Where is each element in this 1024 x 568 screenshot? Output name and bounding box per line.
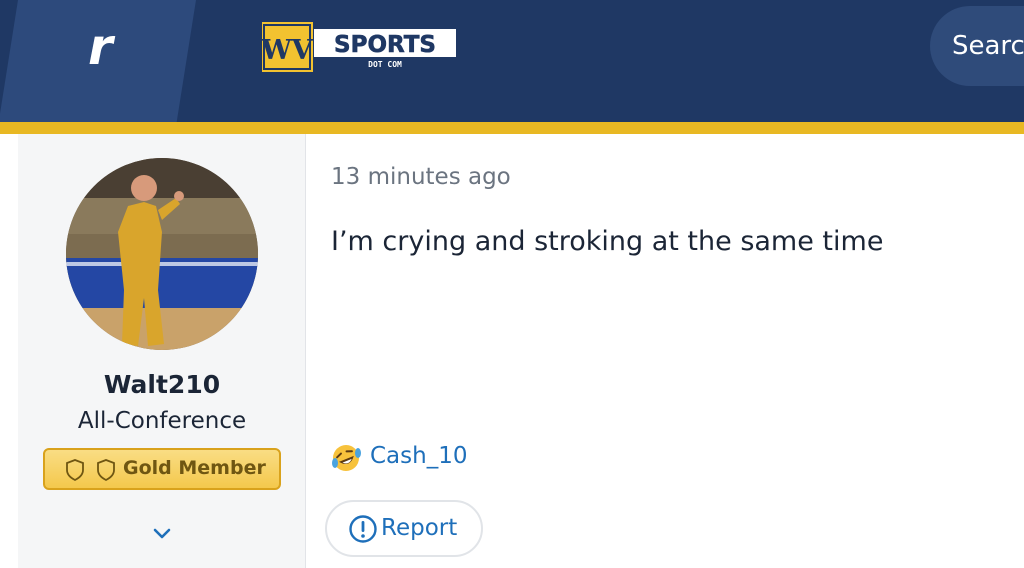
wvsports-logo-letters: WV [262,35,314,66]
post-timestamp[interactable]: 13 minutes ago [331,164,511,190]
reaction-user[interactable]: Cash_10 [370,443,467,469]
header-accent-stripe [0,122,1024,134]
site-header: r WV SPORTS DOT COM Search [0,0,1024,122]
badge-label: Gold Member [123,457,266,479]
author-username[interactable]: Walt210 [18,370,306,399]
shield-icon [66,459,84,481]
author-rank: All-Conference [77,408,247,434]
wvsports-logo-name: SPORTS [334,32,436,58]
rivals-logo-icon[interactable]: r [88,22,136,72]
chevron-down-icon[interactable] [152,526,172,540]
author-sidebar: Walt210 All-Conference Gold Member [18,134,306,568]
exclamation-circle-icon [349,515,377,543]
report-button[interactable]: Report [325,500,483,557]
report-label: Report [381,515,458,541]
avatar[interactable] [66,158,258,350]
search-label: Search [952,31,1024,61]
wvsports-logo-sub: DOT COM [368,60,402,69]
shield-icon [97,459,115,481]
search-button[interactable]: Search [930,6,1024,86]
wvsports-logo[interactable]: WV SPORTS DOT COM [262,21,458,75]
post-body: I’m crying and stroking at the same time [331,226,884,257]
laughing-emoji-icon[interactable] [331,443,361,473]
gold-member-badge: Gold Member [43,448,281,490]
